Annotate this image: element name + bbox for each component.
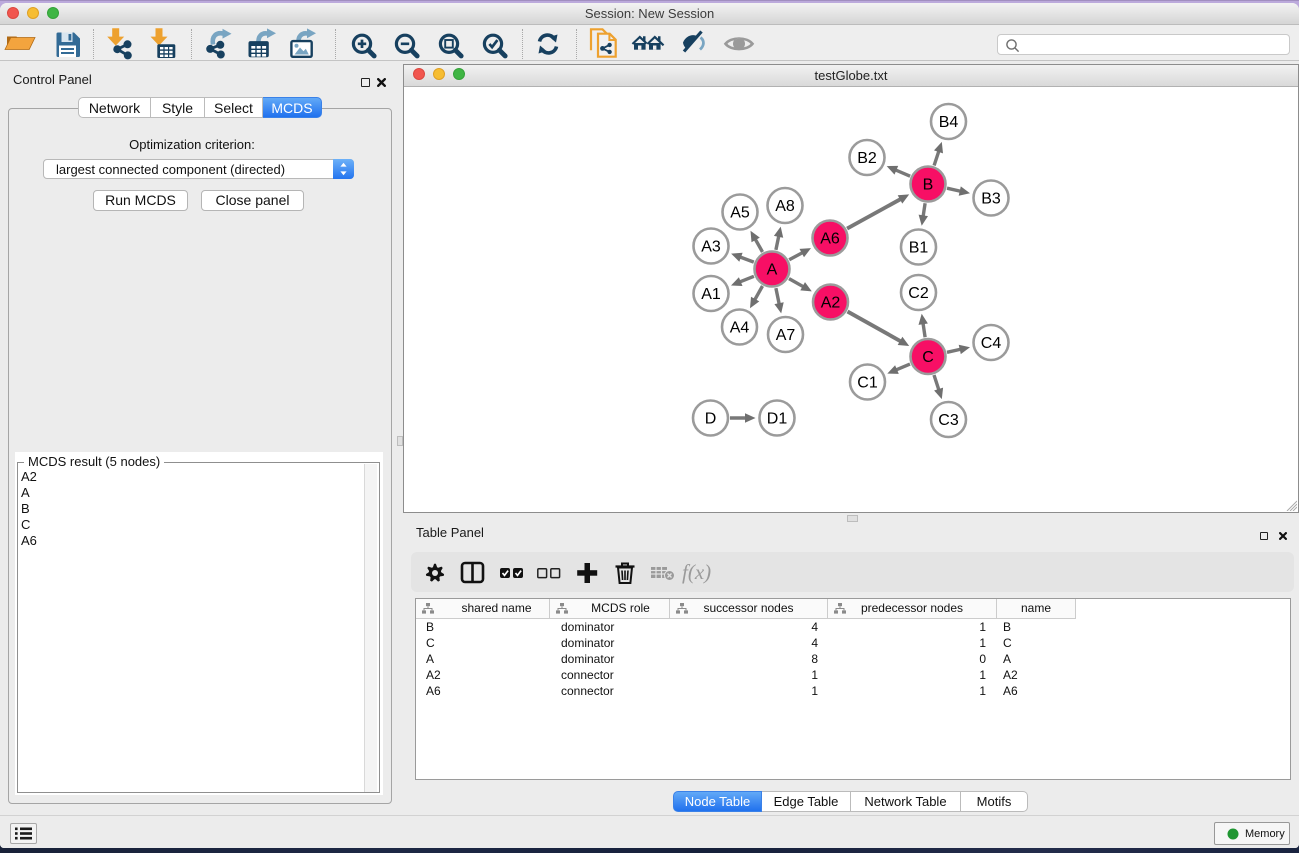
- svg-text:A7: A7: [776, 327, 796, 344]
- svg-text:B4: B4: [939, 114, 959, 131]
- svg-text:C1: C1: [857, 375, 878, 392]
- svg-text:C2: C2: [908, 285, 929, 302]
- svg-text:A6: A6: [820, 231, 840, 248]
- svg-text:A3: A3: [701, 239, 721, 256]
- svg-text:D: D: [705, 411, 717, 428]
- svg-text:B2: B2: [857, 150, 877, 167]
- svg-text:C4: C4: [981, 335, 1002, 352]
- svg-text:A1: A1: [701, 286, 721, 303]
- svg-text:B3: B3: [981, 191, 1001, 208]
- svg-text:B: B: [923, 177, 934, 194]
- svg-text:C3: C3: [938, 412, 959, 429]
- svg-text:A8: A8: [775, 198, 795, 215]
- svg-text:C: C: [922, 349, 934, 366]
- svg-text:A5: A5: [730, 205, 750, 222]
- svg-text:D1: D1: [767, 411, 788, 428]
- svg-text:A4: A4: [730, 320, 750, 337]
- svg-text:A2: A2: [821, 295, 841, 312]
- svg-text:B1: B1: [909, 240, 929, 257]
- svg-text:A: A: [767, 262, 778, 279]
